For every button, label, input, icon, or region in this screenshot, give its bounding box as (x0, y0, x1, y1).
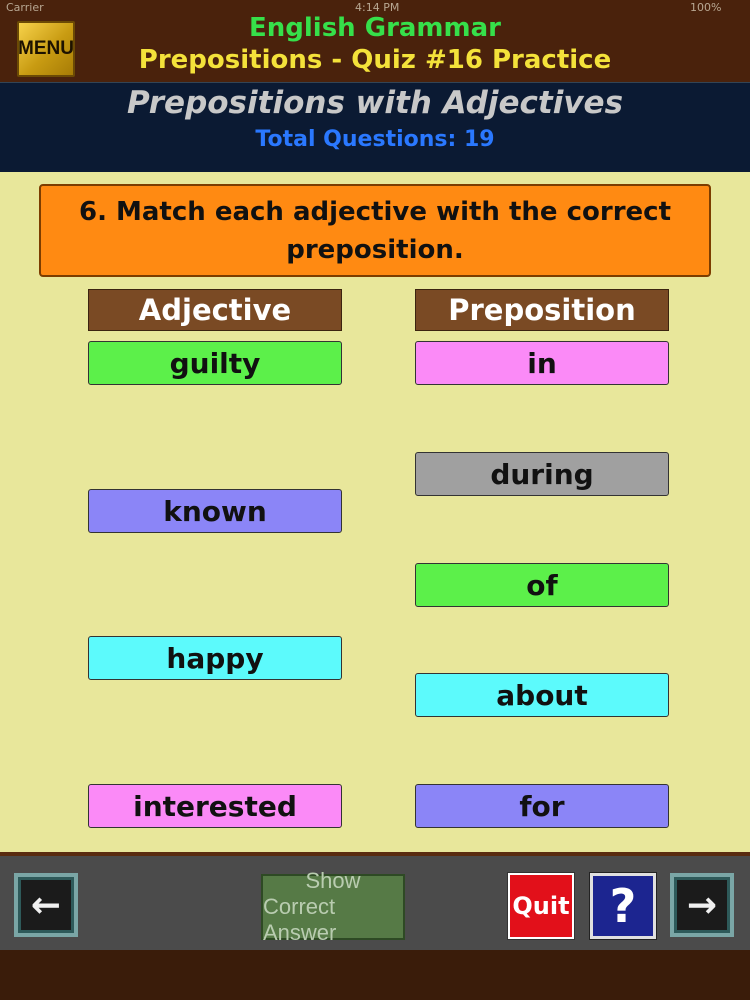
preposition-tile-of[interactable]: of (415, 563, 669, 607)
adjective-tile-happy[interactable]: happy (88, 636, 342, 680)
right-arrow-icon: → (686, 884, 718, 926)
previous-button[interactable]: ← (14, 873, 78, 937)
show-answer-line1: Show (305, 868, 361, 893)
help-button[interactable]: ? (589, 872, 657, 940)
preposition-tile-about[interactable]: about (415, 673, 669, 717)
preposition-tile-for[interactable]: for (415, 784, 669, 828)
next-button[interactable]: → (670, 873, 734, 937)
topic-title: Prepositions with Adjectives (126, 85, 624, 121)
quit-button[interactable]: Quit (507, 872, 575, 940)
total-questions: Total Questions: 19 (255, 127, 495, 152)
adjective-tile-known[interactable]: known (88, 489, 342, 533)
left-arrow-icon: ← (30, 884, 62, 926)
footer-base (0, 950, 750, 1000)
app-title: English Grammar (248, 13, 501, 43)
preposition-tile-in[interactable]: in (415, 341, 669, 385)
quiz-title: Prepositions - Quiz #16 Practice (138, 45, 612, 75)
adjective-tile-guilty[interactable]: guilty (88, 341, 342, 385)
preposition-column-header: Preposition (415, 289, 669, 331)
adjective-tile-interested[interactable]: interested (88, 784, 342, 828)
question-prompt: 6. Match each adjective with the correct… (39, 184, 711, 277)
adjective-column-header: Adjective (88, 289, 342, 331)
show-answer-line2: Correct Answer (263, 894, 337, 945)
show-correct-answer-button[interactable]: Show Correct Answer (261, 868, 405, 945)
preposition-tile-during[interactable]: during (415, 452, 669, 496)
